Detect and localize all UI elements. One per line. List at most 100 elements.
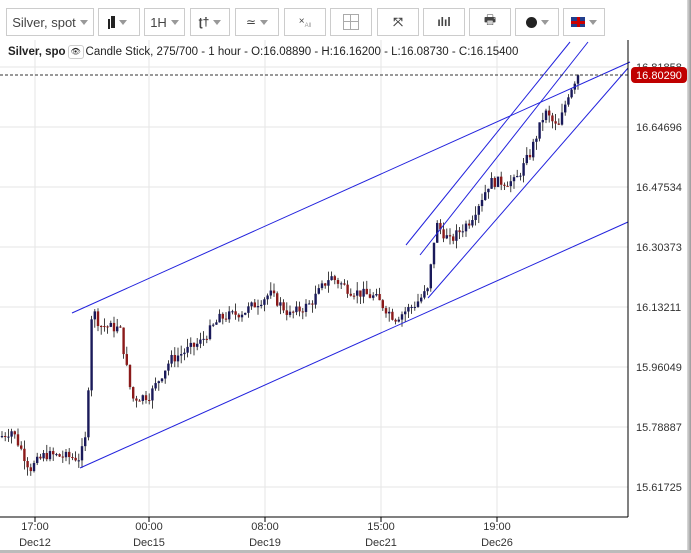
candle-body [183, 352, 186, 355]
candle-body [84, 437, 87, 447]
candle-body [13, 431, 16, 435]
trend-line [405, 41, 571, 246]
candle-body [4, 436, 7, 438]
chart-info-bar: Silver, spo 👁 Candle Stick, 275/700 - 1 ho… [8, 45, 518, 59]
candle-body [327, 280, 330, 286]
candle-body [333, 276, 336, 281]
candle-body [208, 325, 212, 340]
candle-body [551, 115, 554, 122]
candle-body [298, 306, 301, 312]
candle-body [516, 176, 519, 178]
candle-body [250, 302, 253, 307]
candle-body [189, 342, 192, 347]
ohlc-info: Candle Stick, 275/700 - 1 hour - O:16.08… [85, 46, 519, 59]
candle-body [253, 302, 256, 308]
candle-body [340, 283, 343, 285]
candle-body [477, 206, 480, 215]
candle-body [132, 387, 135, 399]
candle-body [196, 343, 199, 347]
candle-body [378, 294, 381, 301]
candle-body [157, 381, 160, 384]
candle-body [61, 456, 64, 458]
candle-body [135, 398, 138, 401]
candle-body [503, 184, 506, 186]
candle-body [186, 346, 189, 353]
candle-body [548, 110, 551, 116]
candle-body [538, 122, 541, 139]
candle-body [541, 120, 544, 123]
candle-body [560, 112, 564, 125]
candle-body [394, 319, 397, 322]
candle-body [215, 322, 218, 325]
candle-body [26, 461, 29, 468]
x-tick-time: 17:00 [21, 521, 49, 533]
candle-body [100, 326, 103, 328]
candle-body [93, 311, 96, 320]
price-chart[interactable]: 16.8185816.6469616.4753416.3037316.13211… [0, 0, 691, 553]
candle-body [420, 297, 423, 302]
candle-body [205, 338, 208, 340]
candle-body [359, 290, 362, 297]
x-tick-date: Dec12 [19, 537, 51, 549]
candle-body [39, 456, 42, 459]
candle-body [7, 436, 10, 438]
candle-body [55, 454, 58, 456]
candle-body [576, 75, 580, 84]
candle-body [493, 178, 496, 187]
candle-body [36, 456, 39, 464]
candle-body [224, 318, 228, 320]
candle-body [122, 327, 125, 355]
candle-body [80, 446, 84, 461]
y-tick-label: 15.96049 [636, 362, 682, 374]
candle-body [429, 264, 432, 289]
chart-widget: Silver, spot 1H ʈ† ≃ ×All ⤧ ılıl 🖶 16.81… [0, 0, 691, 553]
candle-body [199, 339, 202, 344]
candle-body [346, 284, 349, 294]
candle-body [292, 311, 295, 313]
candle-body [471, 220, 474, 226]
candle-body [308, 303, 311, 305]
candle-body [10, 431, 13, 437]
x-tick-time: 00:00 [135, 521, 163, 533]
candle-body [288, 311, 292, 315]
candle-body [192, 342, 196, 347]
candle-body [128, 364, 132, 388]
candle-body [282, 302, 285, 311]
y-tick-label: 15.61725 [636, 482, 682, 494]
candle-body [96, 311, 100, 327]
y-tick-label: 16.47534 [636, 182, 682, 194]
candle-body [260, 304, 263, 307]
candle-body [368, 294, 372, 298]
candle-body [365, 288, 368, 295]
candle-body [138, 400, 141, 402]
candle-body [180, 354, 183, 356]
candle-body [141, 395, 144, 401]
candle-body [522, 163, 525, 176]
candle-body [231, 311, 234, 313]
candle-body [148, 400, 151, 402]
candle-body [64, 451, 68, 458]
candle-body [554, 121, 557, 124]
candle-body [112, 322, 116, 332]
visibility-toggle-icon[interactable]: 👁 [67, 45, 84, 59]
candle-body [164, 370, 167, 379]
candle-body [71, 457, 74, 459]
candle-body [362, 288, 365, 297]
candle-body [528, 154, 532, 158]
candle-body [272, 290, 276, 294]
candle-body [119, 326, 122, 328]
candle-body [343, 283, 346, 285]
candle-body [381, 300, 384, 309]
candle-body [509, 181, 512, 187]
candle-body [461, 231, 464, 233]
candle-body [295, 306, 298, 313]
candle-body [23, 448, 26, 462]
candle-body [567, 97, 570, 105]
candle-body [16, 434, 20, 446]
candle-body [468, 223, 471, 226]
x-tick-time: 08:00 [251, 521, 279, 533]
candle-body [445, 235, 448, 239]
trend-line [419, 41, 589, 256]
candle-body [320, 283, 324, 289]
candle-body [58, 454, 61, 457]
